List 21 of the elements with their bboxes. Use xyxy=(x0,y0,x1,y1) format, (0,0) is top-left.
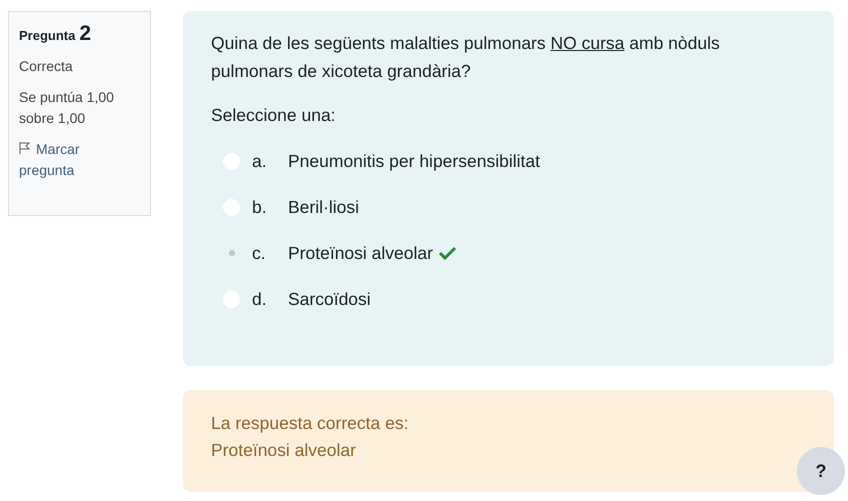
option-label: Sarcoïdosi xyxy=(288,288,371,310)
question-grade: Se puntúa 1,00 sobre 1,00 xyxy=(19,88,115,128)
option-label: Proteïnosi alveolar xyxy=(288,242,433,264)
option-label: Beril·liosi xyxy=(288,196,359,218)
option-letter: d. xyxy=(252,288,268,310)
question-text: Quina de les següents malalties pulmonars NO cursa amb nòduls pulmonars de xicoteta grandària? xyxy=(211,32,721,83)
option-letter: a. xyxy=(252,150,268,172)
option-letter: b. xyxy=(252,196,268,218)
select-prompt: Seleccione una: xyxy=(211,105,337,126)
question-title: Pregunta 2 xyxy=(19,22,92,46)
radio-button[interactable] xyxy=(223,198,240,216)
option-letter: c. xyxy=(252,242,267,264)
flag-question-link[interactable]: Marcar pregunta xyxy=(19,139,109,181)
option-label: Pneumonitis per hipersensibilitat xyxy=(288,150,540,172)
radio-button[interactable] xyxy=(223,152,240,170)
feedback-heading: La respuesta correcta es: xyxy=(211,412,410,435)
radio-button[interactable] xyxy=(223,290,240,308)
question-status: Correcta xyxy=(19,57,74,76)
help-button[interactable]: ? xyxy=(797,447,845,495)
correct-answer: Proteïnosi alveolar xyxy=(211,439,357,462)
flag-icon xyxy=(19,142,30,154)
